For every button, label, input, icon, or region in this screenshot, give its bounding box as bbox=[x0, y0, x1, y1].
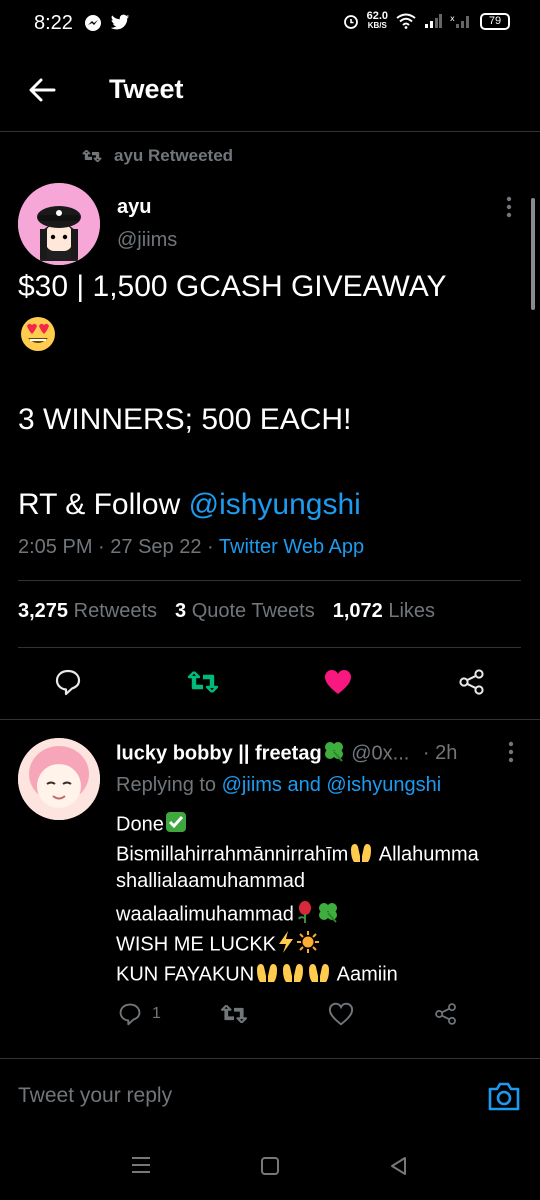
lightning-emoji-icon bbox=[276, 930, 296, 960]
retweet-icon[interactable] bbox=[187, 668, 219, 696]
meta-separator: · bbox=[98, 536, 111, 558]
tweet-text-line: 3 WINNERS; 500 EACH! bbox=[18, 403, 352, 436]
back-arrow-icon[interactable] bbox=[28, 76, 56, 104]
reply-text-line: shallialaamuhammad bbox=[116, 870, 305, 892]
reply-header: lucky bobby || freetag @0x... · 2h bbox=[116, 740, 457, 768]
quote-tweets-stat[interactable]: 3 Quote Tweets bbox=[175, 600, 315, 623]
notification-icons bbox=[84, 14, 130, 32]
divider bbox=[18, 580, 521, 581]
signal-no-service-icon: x bbox=[450, 14, 469, 28]
four-leaf-clover-emoji-icon bbox=[316, 901, 340, 929]
tweet-source-link[interactable]: Twitter Web App bbox=[219, 536, 364, 558]
reply-icon[interactable] bbox=[54, 668, 82, 696]
menu-icon[interactable] bbox=[131, 1156, 151, 1174]
reply-text-line: WISH ME LUCKK bbox=[116, 930, 320, 960]
alarm-icon bbox=[343, 15, 358, 29]
tweet-text-segment: RT & Follow bbox=[18, 488, 189, 521]
messenger-icon bbox=[85, 15, 101, 31]
avatar[interactable] bbox=[18, 183, 100, 265]
wifi-icon bbox=[396, 13, 416, 29]
mention-link[interactable]: @ishyungshi bbox=[189, 488, 361, 521]
tweet-meta: 2:05 PM · 27 Sep 22 · Twitter Web App bbox=[18, 536, 364, 559]
twitter-bird-icon bbox=[110, 14, 130, 30]
camera-icon[interactable] bbox=[487, 1080, 521, 1112]
retweet-icon bbox=[220, 1004, 248, 1024]
retweet-context[interactable]: ayu Retweeted bbox=[82, 146, 233, 166]
status-right: 62.0 KB/S x 79 bbox=[343, 10, 510, 31]
reply-input[interactable]: Tweet your reply bbox=[18, 1084, 172, 1108]
divider bbox=[0, 719, 540, 720]
share-icon bbox=[435, 1003, 456, 1025]
scrollbar-thumb[interactable] bbox=[531, 198, 535, 310]
tweet-text-line: RT & Follow @ishyungshi bbox=[18, 488, 361, 522]
share-button[interactable] bbox=[434, 1002, 458, 1026]
reply-author-handle[interactable]: @0x... bbox=[351, 742, 409, 764]
author-handle[interactable]: @jiims bbox=[117, 229, 177, 252]
divider bbox=[18, 647, 521, 648]
retweets-stat[interactable]: 3,275 Retweets bbox=[18, 600, 157, 623]
open-hands-emoji-icon bbox=[348, 840, 374, 870]
like-icon bbox=[328, 1002, 354, 1026]
sun-emoji-icon bbox=[296, 930, 320, 960]
top-app-bar: Tweet bbox=[0, 56, 540, 132]
avatar-illustration bbox=[18, 183, 100, 265]
open-hands-emoji-icon bbox=[306, 960, 332, 990]
status-time: 8:22 bbox=[34, 12, 73, 34]
reply-text-line: waalaalimuhammad bbox=[116, 900, 340, 930]
meta-separator: · bbox=[207, 536, 219, 558]
check-mark-emoji-icon bbox=[164, 810, 188, 840]
rose-emoji-icon bbox=[294, 900, 316, 930]
tweet-time: 2:05 PM bbox=[18, 536, 93, 558]
status-bar: 8:22 62.0 KB/S x 79 bbox=[0, 0, 540, 48]
replying-user-link[interactable]: @jiims bbox=[222, 774, 282, 796]
reply-avatar[interactable] bbox=[18, 738, 100, 820]
reply-text-line: KUN FAYAKUN Aamiin bbox=[116, 960, 398, 990]
reply-count: 1 bbox=[152, 1005, 161, 1022]
heart-eyes-emoji-icon bbox=[21, 317, 55, 351]
more-options-icon[interactable] bbox=[504, 196, 514, 218]
svg-text:x: x bbox=[450, 14, 455, 23]
page-title: Tweet bbox=[109, 74, 184, 104]
reply-avatar-illustration bbox=[18, 738, 100, 820]
reply-more-options-icon[interactable] bbox=[506, 741, 516, 763]
tweet-stats: 3,275 Retweets 3 Quote Tweets 1,072 Like… bbox=[18, 600, 435, 623]
net-speed: 62.0 KB/S bbox=[366, 10, 388, 31]
four-leaf-clover-emoji-icon bbox=[322, 740, 346, 768]
back-icon[interactable] bbox=[389, 1156, 409, 1176]
replying-user-link[interactable]: @ishyungshi bbox=[326, 774, 441, 796]
reply-time: · 2h bbox=[422, 742, 458, 765]
system-navigation-bar bbox=[0, 1130, 540, 1200]
like-icon[interactable] bbox=[323, 668, 353, 696]
retweet-button[interactable] bbox=[220, 1002, 248, 1026]
reply-text-line: Bismillahirrahmānnirrahīm Allahumma bbox=[116, 840, 479, 870]
signal-icon bbox=[425, 14, 442, 28]
retweet-context-label: ayu Retweeted bbox=[114, 146, 234, 165]
divider bbox=[0, 1058, 540, 1059]
tweet-text-line: $30 | 1,500 GCASH GIVEAWAY bbox=[18, 270, 447, 303]
reply-button[interactable]: 1 bbox=[118, 1002, 161, 1026]
tweet-date: 27 Sep 22 bbox=[110, 536, 202, 558]
likes-stat[interactable]: 1,072 Likes bbox=[333, 600, 435, 623]
open-hands-emoji-icon bbox=[280, 960, 306, 990]
home-icon[interactable] bbox=[260, 1156, 280, 1176]
like-button[interactable] bbox=[328, 1002, 354, 1026]
replying-to: Replying to @jiims and @ishyungshi bbox=[116, 774, 442, 796]
reply-author-name[interactable]: lucky bobby || freetag bbox=[116, 742, 322, 764]
share-icon[interactable] bbox=[458, 668, 486, 696]
retweet-icon bbox=[82, 149, 102, 163]
open-hands-emoji-icon bbox=[254, 960, 280, 990]
author-name[interactable]: ayu bbox=[117, 196, 151, 219]
reply-icon bbox=[119, 1003, 141, 1026]
battery-indicator: 79 bbox=[480, 12, 510, 30]
reply-text-line: Done bbox=[116, 810, 188, 840]
